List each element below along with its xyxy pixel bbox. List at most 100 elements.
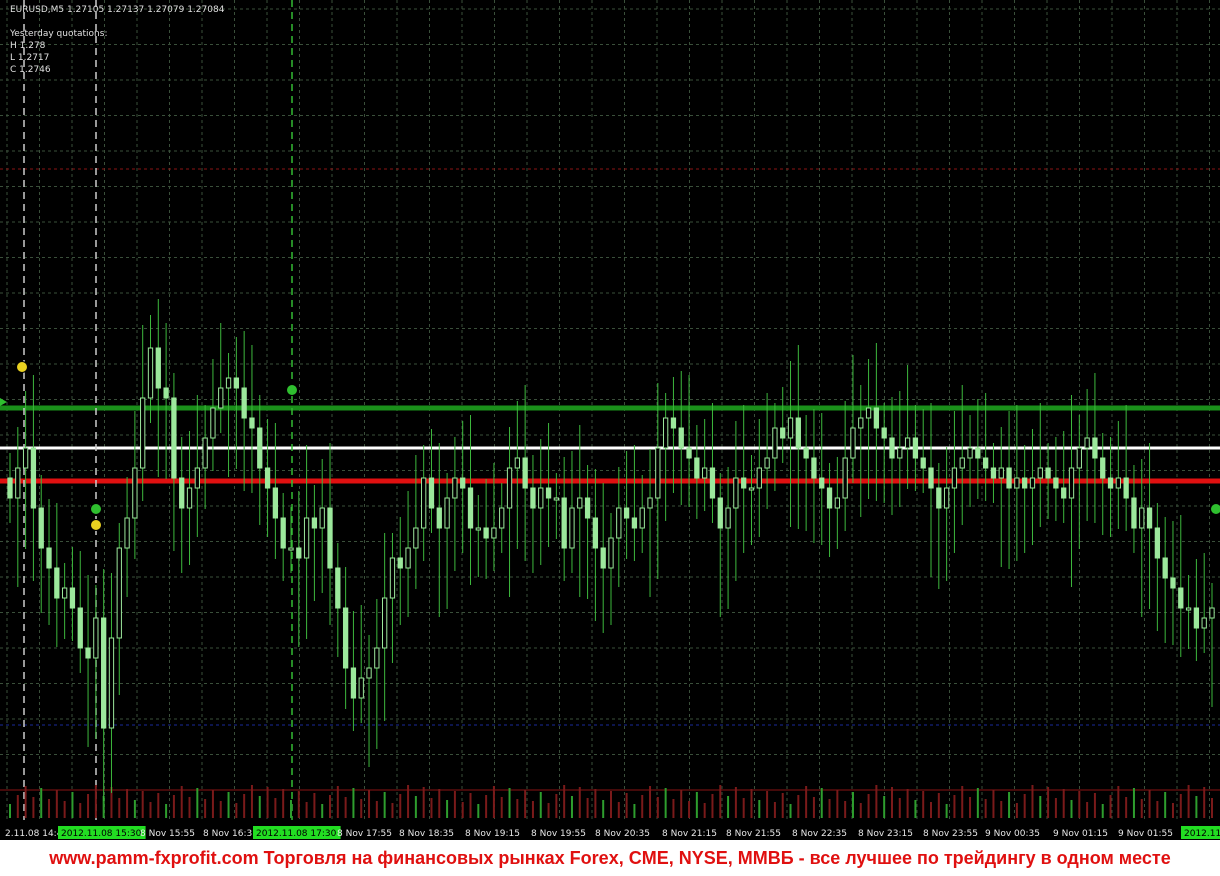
candle-body — [1022, 477, 1028, 489]
candle-body — [225, 377, 232, 389]
footer-banner[interactable]: www.pamm-fxprofit.com Торговля на финанс… — [0, 840, 1220, 876]
candle-body — [124, 517, 130, 549]
x-tick-label: 8 Nov 22:35 — [792, 829, 847, 839]
x-tick-label: 8 Nov 20:35 — [595, 829, 650, 839]
candle-body — [670, 417, 677, 429]
candle-body — [936, 487, 942, 509]
x-tick-label: 8 Nov 21:15 — [662, 829, 717, 839]
candle-body — [1154, 527, 1161, 559]
candle-body — [389, 557, 396, 599]
chart-window[interactable]: 2.11.08 14:4 2012.11.08 15:30 8 Nov 15:55 8… — [0, 0, 1220, 840]
candle-body — [787, 417, 794, 439]
green-dollar-icon — [1210, 503, 1220, 515]
candle-body — [452, 477, 458, 499]
candle-body — [140, 397, 146, 469]
candle-body — [662, 417, 669, 449]
candle-body — [194, 467, 200, 489]
candle-body — [1123, 477, 1129, 499]
x-tick-label: 8 Nov 18:35 — [399, 829, 454, 839]
candle-body — [38, 507, 44, 549]
candle-body — [93, 617, 99, 659]
candle-body — [155, 347, 161, 389]
candle-body — [912, 437, 919, 459]
candle-body — [826, 487, 833, 509]
candle-body — [772, 427, 778, 459]
candle-body — [22, 447, 29, 469]
candle-body — [1146, 507, 1153, 529]
candle-body — [46, 547, 52, 569]
candle-body — [943, 487, 950, 509]
candle-body — [834, 497, 840, 509]
candle-body — [491, 527, 497, 539]
candle-body — [202, 437, 208, 469]
yellow-dollar-icon — [16, 361, 28, 373]
candle-body — [865, 407, 872, 419]
green-dollar-icon — [90, 503, 102, 515]
candle-body — [577, 497, 583, 509]
candle-body — [444, 497, 450, 529]
candle-body — [1084, 437, 1090, 449]
candle-body — [54, 567, 60, 599]
candle-body — [85, 647, 91, 659]
candle-body — [1068, 467, 1075, 499]
candle-body — [639, 507, 645, 529]
x-tick-label: 8 Nov 17:55 — [337, 829, 392, 839]
x-tick-label: 9 Nov 00:35 — [985, 829, 1040, 839]
candle-body — [506, 467, 513, 509]
x-tick-label: 8 Nov 21:55 — [726, 829, 781, 839]
candle-body — [545, 487, 552, 499]
candle-body — [522, 457, 528, 489]
candle-body — [538, 487, 544, 509]
candle-body — [319, 507, 325, 529]
candle-body — [975, 447, 981, 459]
candle-body — [1014, 477, 1020, 489]
candle-body — [1100, 457, 1106, 479]
candle-body — [756, 467, 762, 489]
candle-body — [163, 387, 169, 399]
symbol-quote-line: EURUSD,M5 1.27105 1.27137 1.27079 1.2708… — [10, 5, 225, 15]
x-tick-label: 8 Nov 19:15 — [465, 829, 520, 839]
candle-body — [374, 647, 380, 669]
candle-body — [616, 507, 622, 539]
candle-body — [241, 387, 247, 419]
candle-body — [272, 487, 279, 519]
candle-body — [600, 547, 606, 569]
candle-body — [69, 587, 76, 609]
candle-body — [475, 527, 481, 531]
candle-body — [1061, 487, 1067, 499]
candle-body — [483, 527, 489, 539]
candle-body — [499, 507, 505, 529]
yellow-dollar-icon — [90, 519, 102, 531]
candle-body — [1076, 447, 1082, 469]
candle-body — [1006, 467, 1012, 489]
candle-body — [780, 427, 786, 439]
candle-body — [702, 467, 708, 479]
candle-body — [686, 447, 692, 459]
x-tick-label: 8 Nov 23:55 — [923, 829, 978, 839]
x-tick-label: 8 Nov 15:55 — [140, 829, 195, 839]
candle-body — [904, 437, 911, 449]
x-tick-label: 8 Nov 19:55 — [531, 829, 586, 839]
candle-body — [733, 477, 739, 509]
level-arrow-icon — [0, 398, 7, 406]
time-axis: 2.11.08 14:42012.11.08 15:308 Nov 15:55 8… — [0, 825, 1220, 840]
candle-body — [811, 457, 817, 479]
candle-body — [897, 447, 903, 459]
candle-body — [15, 467, 21, 499]
candle-body — [1131, 497, 1137, 529]
candle-body — [725, 507, 731, 529]
candle-body — [460, 477, 466, 489]
price-chart[interactable]: 2.11.08 14:42012.11.08 15:308 Nov 15:55 8… — [0, 0, 1220, 840]
candle-body — [335, 567, 341, 609]
candle-body — [296, 547, 302, 559]
candle-body — [218, 387, 224, 409]
candle-body — [61, 587, 68, 599]
candle-body — [1115, 477, 1121, 489]
candle-body — [288, 547, 294, 551]
candle-body — [1139, 507, 1145, 529]
candle-body — [803, 447, 809, 459]
candle-body — [967, 447, 973, 459]
x-tick-label: 2.11.08 14:4 — [5, 829, 63, 839]
candle-body — [30, 447, 37, 509]
candle-body — [311, 517, 318, 529]
